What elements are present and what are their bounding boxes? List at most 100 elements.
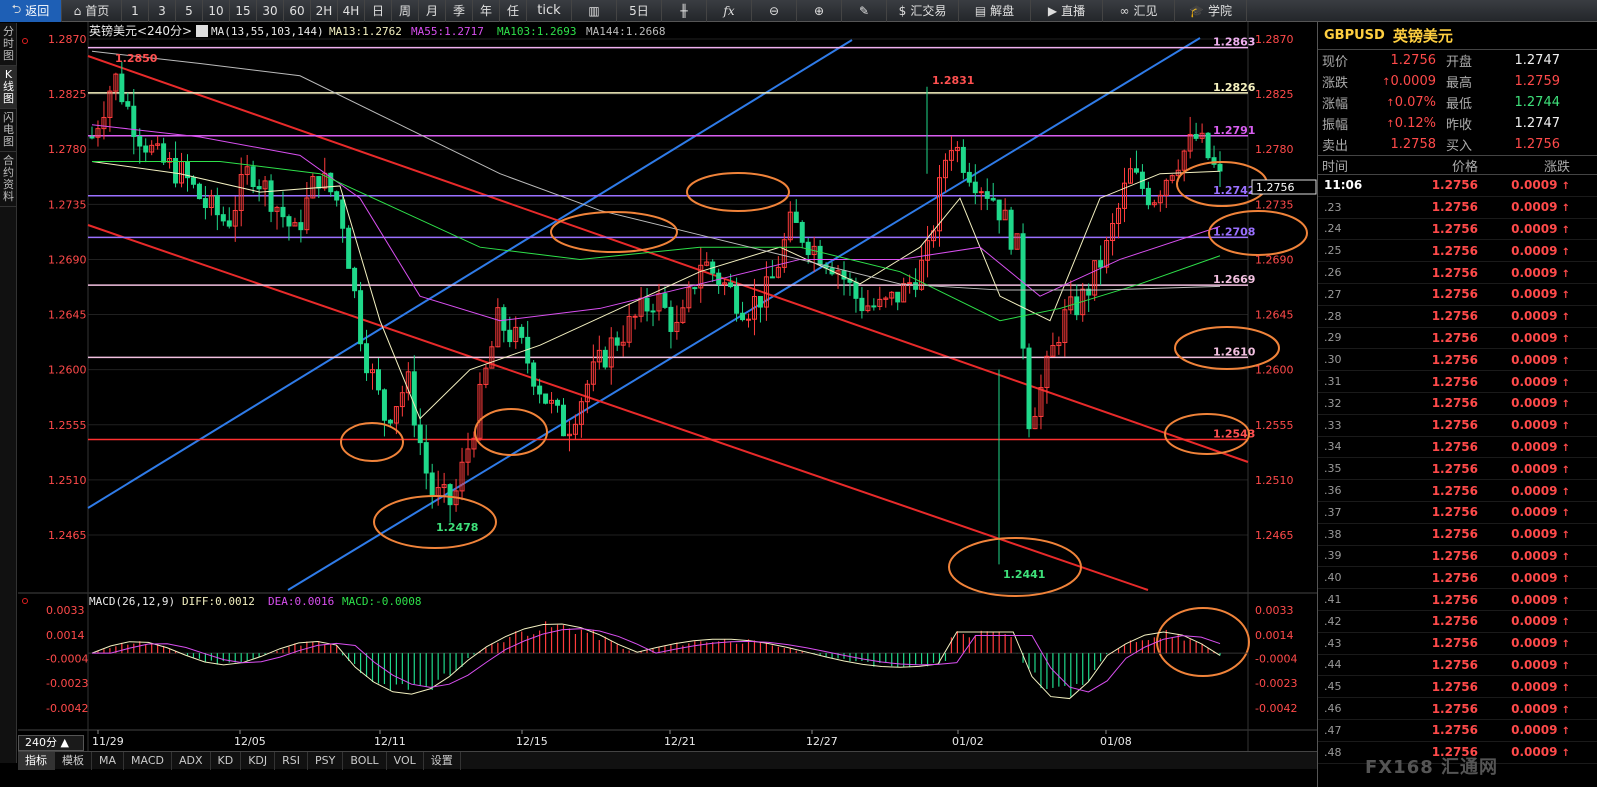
candle-body [841, 270, 847, 280]
up-arrow-icon: ↑ [1561, 224, 1570, 236]
tab-kd[interactable]: KD [211, 751, 242, 770]
price-tick-label-left: 1.2825 [48, 88, 87, 101]
huijian-button[interactable]: ∞ 汇见 [1103, 0, 1175, 22]
academy-button[interactable]: 🎓 学院 [1175, 0, 1247, 22]
tick-time: .30 [1324, 353, 1342, 367]
candle-body [632, 315, 638, 318]
tick-change: 0.0009 ↑ [1511, 418, 1570, 433]
candle-body [507, 329, 513, 343]
tick-price: 1.2756 [1431, 243, 1478, 258]
tab-adx[interactable]: ADX [172, 751, 211, 770]
up-arrow-icon: ↑ [1561, 421, 1570, 433]
period-button-custom[interactable]: 任 [500, 0, 527, 22]
tick-row: .29 1.2756 0.0009 ↑ [1318, 328, 1597, 350]
date-tick-label: 12/15 [516, 735, 548, 748]
tab-kdj[interactable]: KDJ [241, 751, 276, 770]
price-tick-label-left: 1.2735 [48, 198, 87, 211]
period-button-30[interactable]: 30 [257, 0, 284, 22]
tab-contract-info[interactable]: 合约资料 [0, 152, 17, 207]
tab-psy[interactable]: PSY [308, 751, 344, 770]
tab-boll[interactable]: BOLL [343, 751, 387, 770]
draw-pen-icon[interactable]: ✎ [842, 0, 887, 22]
period-button-60[interactable]: 60 [284, 0, 311, 22]
tab-indicator[interactable]: 指标 [18, 751, 55, 770]
zoom-out-icon[interactable]: ⊖ [752, 0, 797, 22]
tab-time-sharing[interactable]: 分时图 [0, 23, 17, 66]
period-button-4h[interactable]: 4H [338, 0, 365, 22]
period-button-5[interactable]: 5 [176, 0, 203, 22]
up-arrow-icon: ↑ [1561, 530, 1570, 542]
tick-row: .28 1.2756 0.0009 ↑ [1318, 306, 1597, 328]
tick-change: 0.0009 ↑ [1511, 461, 1570, 476]
tick-change: 0.0009 ↑ [1511, 396, 1570, 411]
period-button-3[interactable]: 3 [149, 0, 176, 22]
tab-vol[interactable]: VOL [387, 751, 424, 770]
tick-time: .29 [1324, 331, 1342, 345]
candlestick-icon[interactable]: ╫ [662, 0, 707, 22]
tick-change: 0.0009 ↑ [1511, 614, 1570, 629]
tick-list[interactable]: 11:06 1.2756 0.0009 ↑ .23 1.2756 0.0009 ↑ .24 1… [1318, 175, 1597, 764]
price-tick-label: 1.2690 [1255, 253, 1294, 266]
kline-chart[interactable]: 1.28631.28261.27911.27421.27081.26691.26… [18, 22, 1317, 751]
candle-body [972, 181, 978, 194]
tab-macd[interactable]: MACD [124, 751, 172, 770]
tab-kline[interactable]: K线图 [0, 66, 17, 109]
candle-body [280, 206, 286, 218]
tab-rsi[interactable]: RSI [275, 751, 309, 770]
tick-price: 1.2756 [1431, 548, 1478, 563]
candle-body [286, 216, 292, 227]
extreme-price-label: 1.2850 [115, 52, 158, 65]
up-arrow-icon: ↑ [1561, 203, 1570, 215]
period-button-month[interactable]: 月 [419, 0, 446, 22]
macd-value-label: MACD:-0.0008 [342, 595, 421, 608]
candle-body [614, 337, 620, 346]
quote-row: 振幅 ↑0.12% 昨收 1.2747 [1318, 113, 1566, 134]
period-button-day[interactable]: 日 [365, 0, 392, 22]
period-button-week[interactable]: 周 [392, 0, 419, 22]
date-tick-label: 01/08 [1100, 735, 1132, 748]
tab-flash-chart[interactable]: 闪电图 [0, 109, 17, 152]
five-day-button[interactable]: 5日 [617, 0, 662, 22]
tab-ma[interactable]: MA [92, 751, 125, 770]
tick-price: 1.2756 [1431, 614, 1478, 629]
tick-price: 1.2756 [1431, 309, 1478, 324]
tick-row: .39 1.2756 0.0009 ↑ [1318, 546, 1597, 568]
play-icon: ▶ [1047, 3, 1058, 18]
tick-price: 1.2756 [1431, 352, 1478, 367]
period-button-1[interactable]: 1 [122, 0, 149, 22]
tick-price: 1.2756 [1431, 679, 1478, 694]
quote-row: 涨跌 ↑0.0009 最高 1.2759 [1318, 71, 1566, 92]
home-button[interactable]: ⌂ 首页 [62, 0, 122, 22]
live-button[interactable]: ▶ 直播 [1031, 0, 1103, 22]
tick-change: 0.0009 ↑ [1511, 723, 1570, 738]
period-selector[interactable]: 240分 ▲ [18, 735, 84, 751]
settings-box-icon[interactable] [196, 25, 208, 37]
tick-change: 0.0009 ↑ [1511, 679, 1570, 694]
price-tick-label: 1.2870 [1255, 33, 1294, 46]
tab-template[interactable]: 模板 [55, 751, 92, 770]
tick-row: .42 1.2756 0.0009 ↑ [1318, 611, 1597, 633]
candle-body [268, 180, 274, 212]
period-button-10[interactable]: 10 [203, 0, 230, 22]
bar-chart-icon[interactable]: ▥ [572, 0, 617, 22]
formula-icon[interactable]: fx [707, 0, 752, 22]
zoom-in-icon[interactable]: ⊕ [797, 0, 842, 22]
quote-value: 1.2747 [1514, 53, 1561, 68]
period-button-quarter[interactable]: 季 [446, 0, 473, 22]
period-button-year[interactable]: 年 [473, 0, 500, 22]
period-button-tick[interactable]: tick [527, 0, 572, 22]
date-tick-label: 01/02 [952, 735, 984, 748]
trade-button[interactable]: $ 汇交易 [887, 0, 959, 22]
candle-body [214, 195, 220, 216]
back-button[interactable]: ⮌ 返回 [0, 0, 62, 22]
period-button-15[interactable]: 15 [230, 0, 257, 22]
quote-value: 1.2756 [1514, 137, 1561, 152]
up-arrow-icon: ↑ [1561, 399, 1570, 411]
tick-row: .26 1.2756 0.0009 ↑ [1318, 262, 1597, 284]
tab-settings[interactable]: 设置 [424, 751, 461, 770]
macd-tick-label-left: -0.0004 [46, 652, 88, 665]
analysis-button[interactable]: ▤ 解盘 [959, 0, 1031, 22]
up-arrow-icon: ↑ [1382, 77, 1391, 88]
period-button-2h[interactable]: 2H [311, 0, 338, 22]
extreme-price-label: 1.2478 [436, 521, 478, 534]
